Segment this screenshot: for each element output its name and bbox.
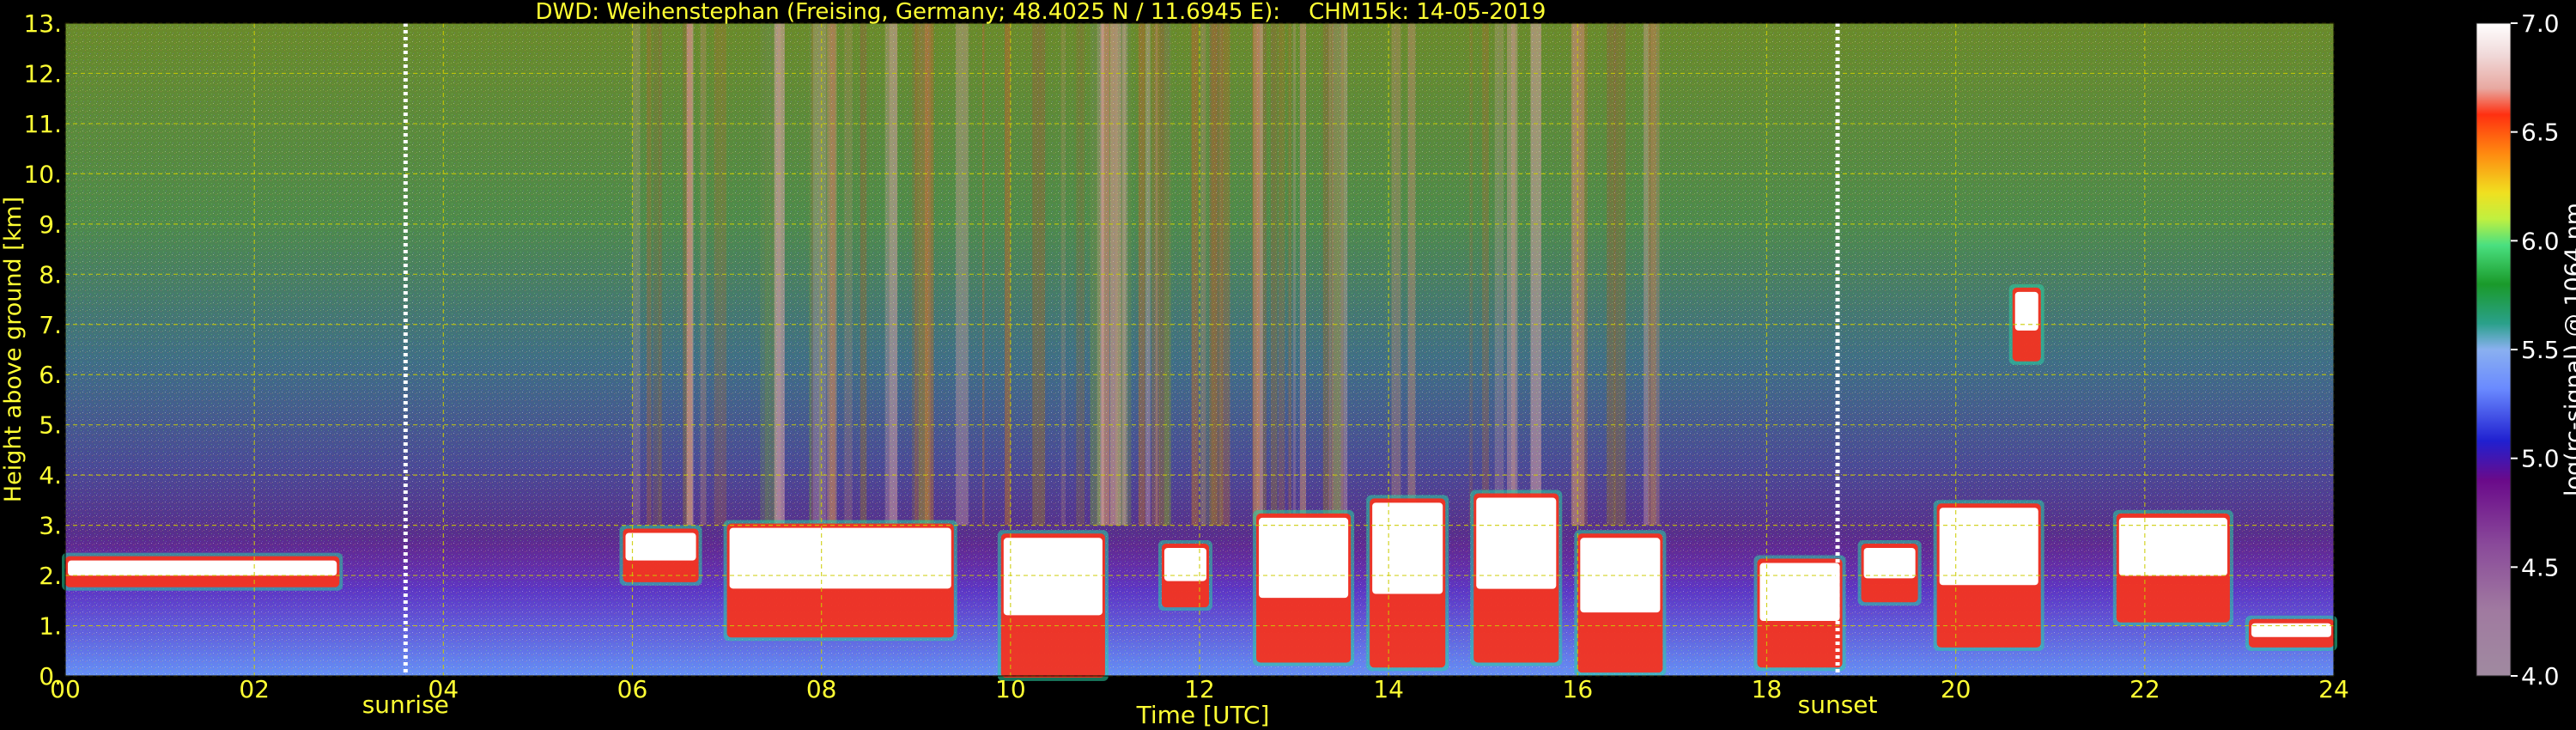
y-tick-label: 6. — [39, 361, 62, 389]
colorbar-tick-label: 5.0 — [2521, 445, 2560, 473]
y-tick-label: 9. — [39, 210, 62, 239]
x-tick-label: 12 — [1184, 675, 1215, 703]
x-tick-label: 06 — [617, 675, 648, 703]
y-tick-label: 0. — [39, 662, 62, 690]
y-tick-labels: 0. 1. 2. 3. 4. 5. 6. 7. 8. 9. 10. 11. 12. 13. — [23, 9, 62, 690]
cloud-layer — [1753, 555, 1846, 672]
y-axis-label: Height above ground [km] — [0, 197, 27, 502]
colorbar-tick-label: 4.0 — [2521, 662, 2560, 690]
cloud-layer — [1933, 500, 2044, 651]
cloud-layer — [1253, 509, 1355, 666]
y-tick-label: 1. — [39, 612, 62, 641]
cloud-layer — [1574, 530, 1667, 677]
colorbar-tick-label: 4.5 — [2521, 553, 2560, 581]
x-tick-label: 20 — [1941, 675, 1971, 703]
x-tick-label: 14 — [1373, 675, 1404, 703]
y-tick-label: 3. — [39, 512, 62, 540]
x-tick-label: 18 — [1752, 675, 1783, 703]
chart-title: DWD: Weihenstephan (Freising, Germany; 4… — [536, 0, 1546, 25]
y-tick-label: 13. — [23, 9, 62, 38]
cloud-layer — [1857, 540, 1922, 606]
y-tick-label: 10. — [23, 160, 62, 188]
sun-marker-label: sunset — [1798, 690, 1878, 719]
cloud-core — [2014, 291, 2038, 331]
cloud-core — [68, 560, 337, 576]
cloud-layer — [1470, 490, 1563, 666]
ceilometer-chart: sunrise sunset 00 02 04 06 08 10 12 14 16 18 20 22 24… — [0, 0, 2576, 729]
cloud-core — [1163, 548, 1207, 581]
cloud-core — [625, 532, 696, 561]
cloud-core — [1372, 502, 1443, 594]
y-tick-label: 4. — [39, 461, 62, 490]
y-tick-label: 2. — [39, 562, 62, 590]
x-tick-label: 04 — [428, 675, 459, 703]
x-tick-label: 24 — [2318, 675, 2349, 703]
cloud-core — [1003, 538, 1103, 616]
x-tick-label: 22 — [2129, 675, 2160, 703]
cloud-layer — [2112, 509, 2233, 626]
cloud-layer — [997, 530, 1109, 681]
x-tick-label: 08 — [806, 675, 837, 703]
cloud-core — [2118, 517, 2227, 576]
y-tick-label: 7. — [39, 311, 62, 339]
colorbar-tick-label: 7.0 — [2521, 9, 2560, 38]
cloud-core — [1259, 517, 1349, 599]
cloud-layer — [2245, 615, 2337, 651]
y-tick-label: 11. — [23, 110, 62, 138]
x-tick-label: 02 — [239, 675, 270, 703]
cloud-core — [1939, 508, 2038, 586]
colorbar — [2476, 22, 2512, 677]
colorbar-tick-labels: 4.0 4.5 5.0 5.5 6.0 6.5 7.0 — [2511, 9, 2560, 690]
cloud-layer — [62, 552, 343, 591]
cloud-core — [1759, 563, 1840, 622]
colorbar-tick-label: 6.0 — [2521, 227, 2560, 255]
cloud-layer — [723, 520, 957, 642]
y-tick-label: 5. — [39, 411, 62, 440]
colorbar-tick-label: 5.5 — [2521, 336, 2560, 364]
y-tick-label: 8. — [39, 260, 62, 289]
colorbar-tick-label: 6.5 — [2521, 119, 2560, 147]
x-tick-label: 10 — [995, 675, 1026, 703]
cloud-core — [729, 527, 951, 589]
y-tick-label: 12. — [23, 59, 62, 88]
x-axis-label: Time [UTC] — [1136, 701, 1270, 729]
cloud-core — [1863, 548, 1916, 579]
colorbar-label: log(rc-signal) @ 1064 nm — [2561, 203, 2576, 496]
cloud-layer — [1366, 495, 1449, 672]
x-tick-label: 16 — [1563, 675, 1594, 703]
